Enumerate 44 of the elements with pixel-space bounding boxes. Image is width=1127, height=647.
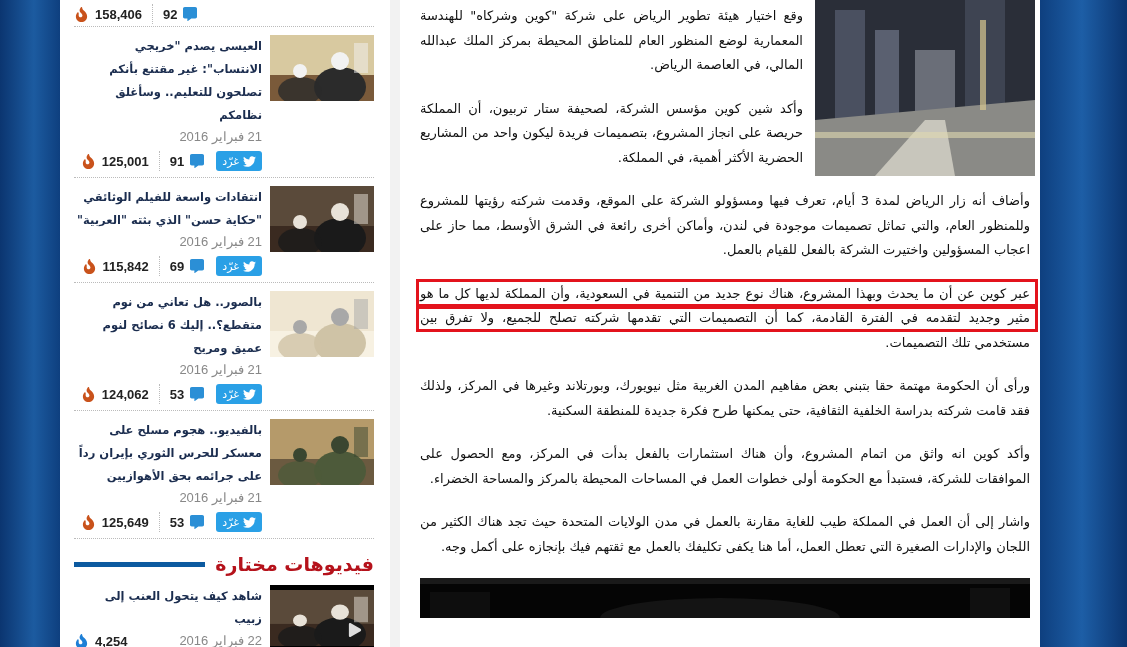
news-date: 21 فبراير 2016 (178, 233, 262, 251)
view-count: 125,001 (101, 153, 149, 169)
flame-icon (80, 386, 96, 402)
flame-icon (80, 514, 96, 530)
news-title[interactable]: انتقادات واسعة للفيلم الوثائقي "حكاية حسن" الذي بثته "العربية" (74, 186, 262, 232)
comment-icon (190, 387, 205, 401)
article-paragraph: وقع اختيار هيئة تطوير الرياض على شركة "كوين وشركاه" للهندسة المعمارية لوضع المنظور العام للمناطق المحيطة بمركز الملك عبدالله المالي، في العاصمة الرياض. (420, 7, 804, 75)
comment-count: 92 (163, 6, 178, 22)
news-title[interactable]: العيسى يصدم "خريجي الانتساب": غير مقتنع بأنكم تصلحون للتعليم.. وسأغلق نظامكم (74, 35, 262, 127)
comment-icon (190, 259, 205, 273)
article-paragraph: عبر كوين عن أن ما يحدث وبهذا المشروع، هناك نوع جديد من التنمية في السعودية، وأن المملكة لديها كل ما هو مثير وجديد لتقدمه في الفترة القادمة، كما أن التصميمات التي تقدمها شركته تصلح للجميع، ولا تفرق بين مستخدمي تلك التصميمات. (420, 281, 1030, 355)
news-title[interactable]: بالصور.. هل تعاني من نوم متقطع؟.. إليك 6 نصائح لنوم عميق ومريح (74, 291, 262, 360)
news-title[interactable]: بالفيديو.. هجوم مسلح على معسكر للحرس الثوري بإيران رداً على جرائمه بحق الأهوازيين (74, 419, 262, 488)
article-paragraph: واشار إلى أن العمل في المملكة طيب للغاية مقارنة بالعمل في مدن الولايات المتحدة حيث تجد هناك الكثير من اللجان والإدارات الصغيرة التي تعطل العمل، أما هنا يكفى تكليفك بالعمل مع ثقتهم فيك بإنجازه على أكمل وجه. (420, 512, 1030, 557)
news-date: 21 فبراير 2016 (178, 128, 262, 146)
video-title[interactable]: شاهد كيف يتحول العنب إلى زبيب (74, 585, 262, 631)
flame-icon (74, 6, 89, 22)
bird-icon (243, 154, 256, 168)
view-count: 125,649 (101, 514, 149, 530)
view-count: 124,062 (101, 386, 149, 402)
article-paragraph: وأكد كوين انه واثق من اتمام المشروع، وأن هناك استثمارات بالفعل بدأت في المركز، ومع الحصول على الموافقات للشركة، فستبدأ مع الحكومة أولى خطوات العمل في المساحات المحيطة بالمركز والمساحة الخضراء. (420, 444, 1030, 489)
comment-count: 91 (169, 153, 185, 169)
news-date: 21 فبراير 2016 (178, 489, 262, 507)
view-count: 4,254 (95, 633, 128, 647)
article-paragraph: وأكد شين كوين مؤسس الشركة، لصحيفة ستار تربيون، أن المملكة حريصة على انجاز المشروع، بتصميمات فريدة ليكون واحد من المشاريع الحضرية الأكثر أهمية، في المملكة. (420, 99, 804, 168)
article-paragraph: ورأى أن الحكومة مهتمة حقا بتبني بعض مفاهيم المدن الغربية مثل نيويورك، وبورتلاند وغيرها في المركز، ولذلك فقد قامت شركته بدراسة الخلفية الثقافية، حتى يمكنها طرح فكرة جديدة للمنطقة السكنية. (420, 376, 1030, 421)
comment-count: 53 (169, 514, 185, 530)
bird-icon (243, 515, 256, 529)
bird-icon (243, 259, 256, 273)
flame-icon (80, 153, 96, 169)
flame-icon (81, 258, 97, 274)
flame-icon (74, 633, 89, 647)
news-date: 21 فبراير 2016 (178, 361, 262, 379)
article-paragraph: وأضاف أنه زار الرياض لمدة 3 أيام، تعرف فيها ومسؤولو الشركة على الموقع، وقدمت شركته رؤيتها للمشروع وللمنظور العام، والتي تماثل تصميمات موجودة في لندن، وأماكن أخرى رائعة في الشرق الأوسط، مما حاز على اعجاب المسؤولين واختيرت الشركة بالفعل للقيام بالعمل. (420, 191, 1030, 260)
view-count: 158,406 (95, 6, 142, 22)
comment-icon (190, 515, 205, 529)
view-count: 115,842 (102, 258, 149, 274)
comment-count: 69 (169, 258, 185, 274)
comment-icon (183, 7, 198, 21)
bird-icon (243, 387, 256, 401)
play-icon[interactable] (348, 623, 362, 637)
section-heading: فيديوهات مختارة (215, 553, 374, 575)
comment-count: 53 (169, 386, 185, 402)
comment-icon (190, 154, 205, 168)
